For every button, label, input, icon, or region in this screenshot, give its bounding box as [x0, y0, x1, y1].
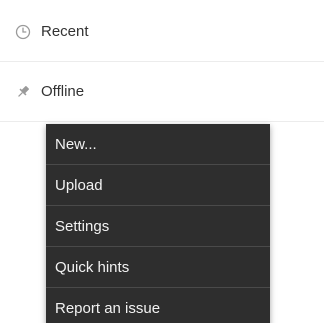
menu-item-quick-hints[interactable]: Quick hints — [46, 247, 270, 288]
menu-item-new[interactable]: New... — [46, 124, 270, 165]
nav-item-label-recent: Recent — [41, 23, 89, 40]
overflow-menu: New... Upload Settings Quick hints Repor… — [46, 124, 270, 323]
menu-item-upload[interactable]: Upload — [46, 165, 270, 206]
app-screen: Recent Offline New... Upload Settings Qu… — [0, 0, 324, 323]
nav-item-offline[interactable]: Offline — [0, 62, 324, 122]
clock-icon — [14, 23, 32, 41]
nav-item-label-offline: Offline — [41, 83, 85, 100]
pin-icon — [14, 83, 32, 101]
nav-item-recent[interactable]: Recent — [0, 2, 324, 62]
menu-item-report-issue[interactable]: Report an issue — [46, 288, 270, 323]
menu-item-settings[interactable]: Settings — [46, 206, 270, 247]
